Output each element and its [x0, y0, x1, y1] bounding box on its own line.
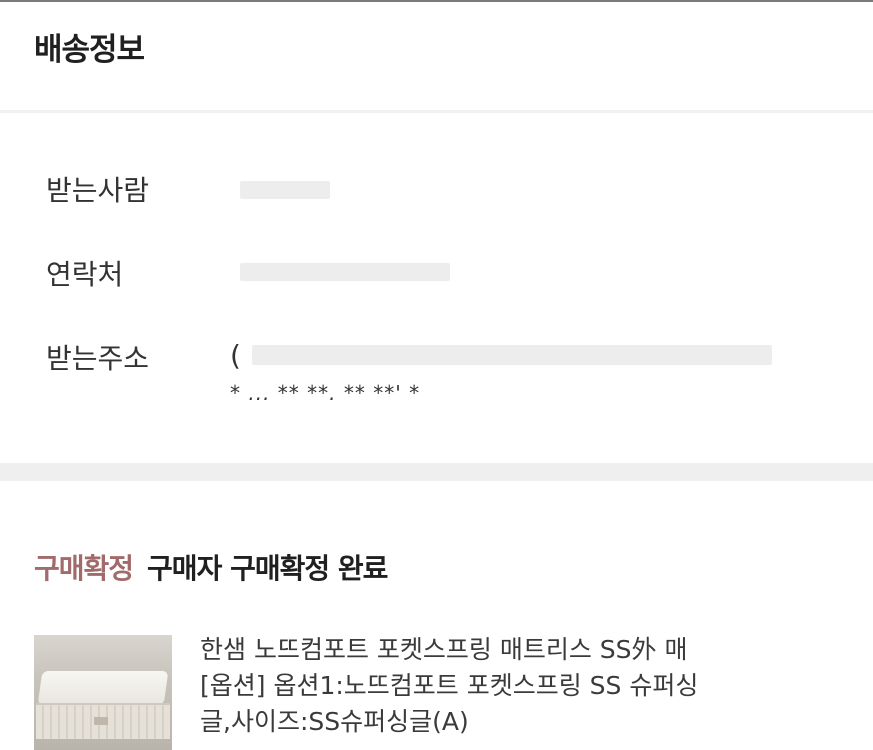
- shipping-info: 받는사람 연락처 받는주소 ( * ... ** **. ** **' *: [0, 113, 873, 463]
- redacted-recipient: [240, 181, 330, 199]
- address-row: 받는주소: [46, 337, 226, 377]
- product-option-cont: 글,사이즈:SS슈퍼싱글(A): [200, 707, 469, 736]
- mattress-top-shape: [37, 671, 169, 705]
- section-title: 배송정보: [34, 32, 145, 68]
- address-value-line2: * ... ** **. ** **' *: [230, 381, 421, 405]
- mattress-thumbnail-icon[interactable]: [34, 635, 172, 750]
- product-name: 한샘 노뜨컴포트 포켓스프링 매트리스 SS外 매: [200, 635, 688, 664]
- phone-label: 연락처: [46, 258, 124, 291]
- phone-row: 연락처: [46, 253, 226, 293]
- status-badge: 구매확정: [34, 552, 134, 585]
- recipient-label: 받는사람: [46, 174, 150, 207]
- product-option: [옵션] 옵션1:노뜨컴포트 포켓스프링 SS 슈퍼싱: [200, 671, 699, 700]
- redacted-phone: [240, 263, 450, 281]
- address-value: (: [230, 339, 241, 372]
- status-text: 구매자 구매확정 완료: [147, 552, 388, 585]
- order-status: 구매확정 구매자 구매확정 완료: [34, 547, 388, 587]
- shipping-section-header: 배송정보: [0, 2, 873, 110]
- product-info[interactable]: 한샘 노뜨컴포트 포켓스프링 매트리스 SS外 매 [옵션] 옵션1:노뜨컴포트…: [200, 632, 840, 740]
- mattress-label-shape: [94, 717, 108, 725]
- address-label: 받는주소: [46, 342, 150, 375]
- recipient-row: 받는사람: [46, 169, 226, 209]
- order-status-section: 구매확정 구매자 구매확정 완료 한샘 노뜨컴포트 포켓스프링 매트리스 SS外 …: [0, 481, 873, 750]
- redacted-address: [252, 345, 772, 365]
- section-separator: [0, 463, 873, 481]
